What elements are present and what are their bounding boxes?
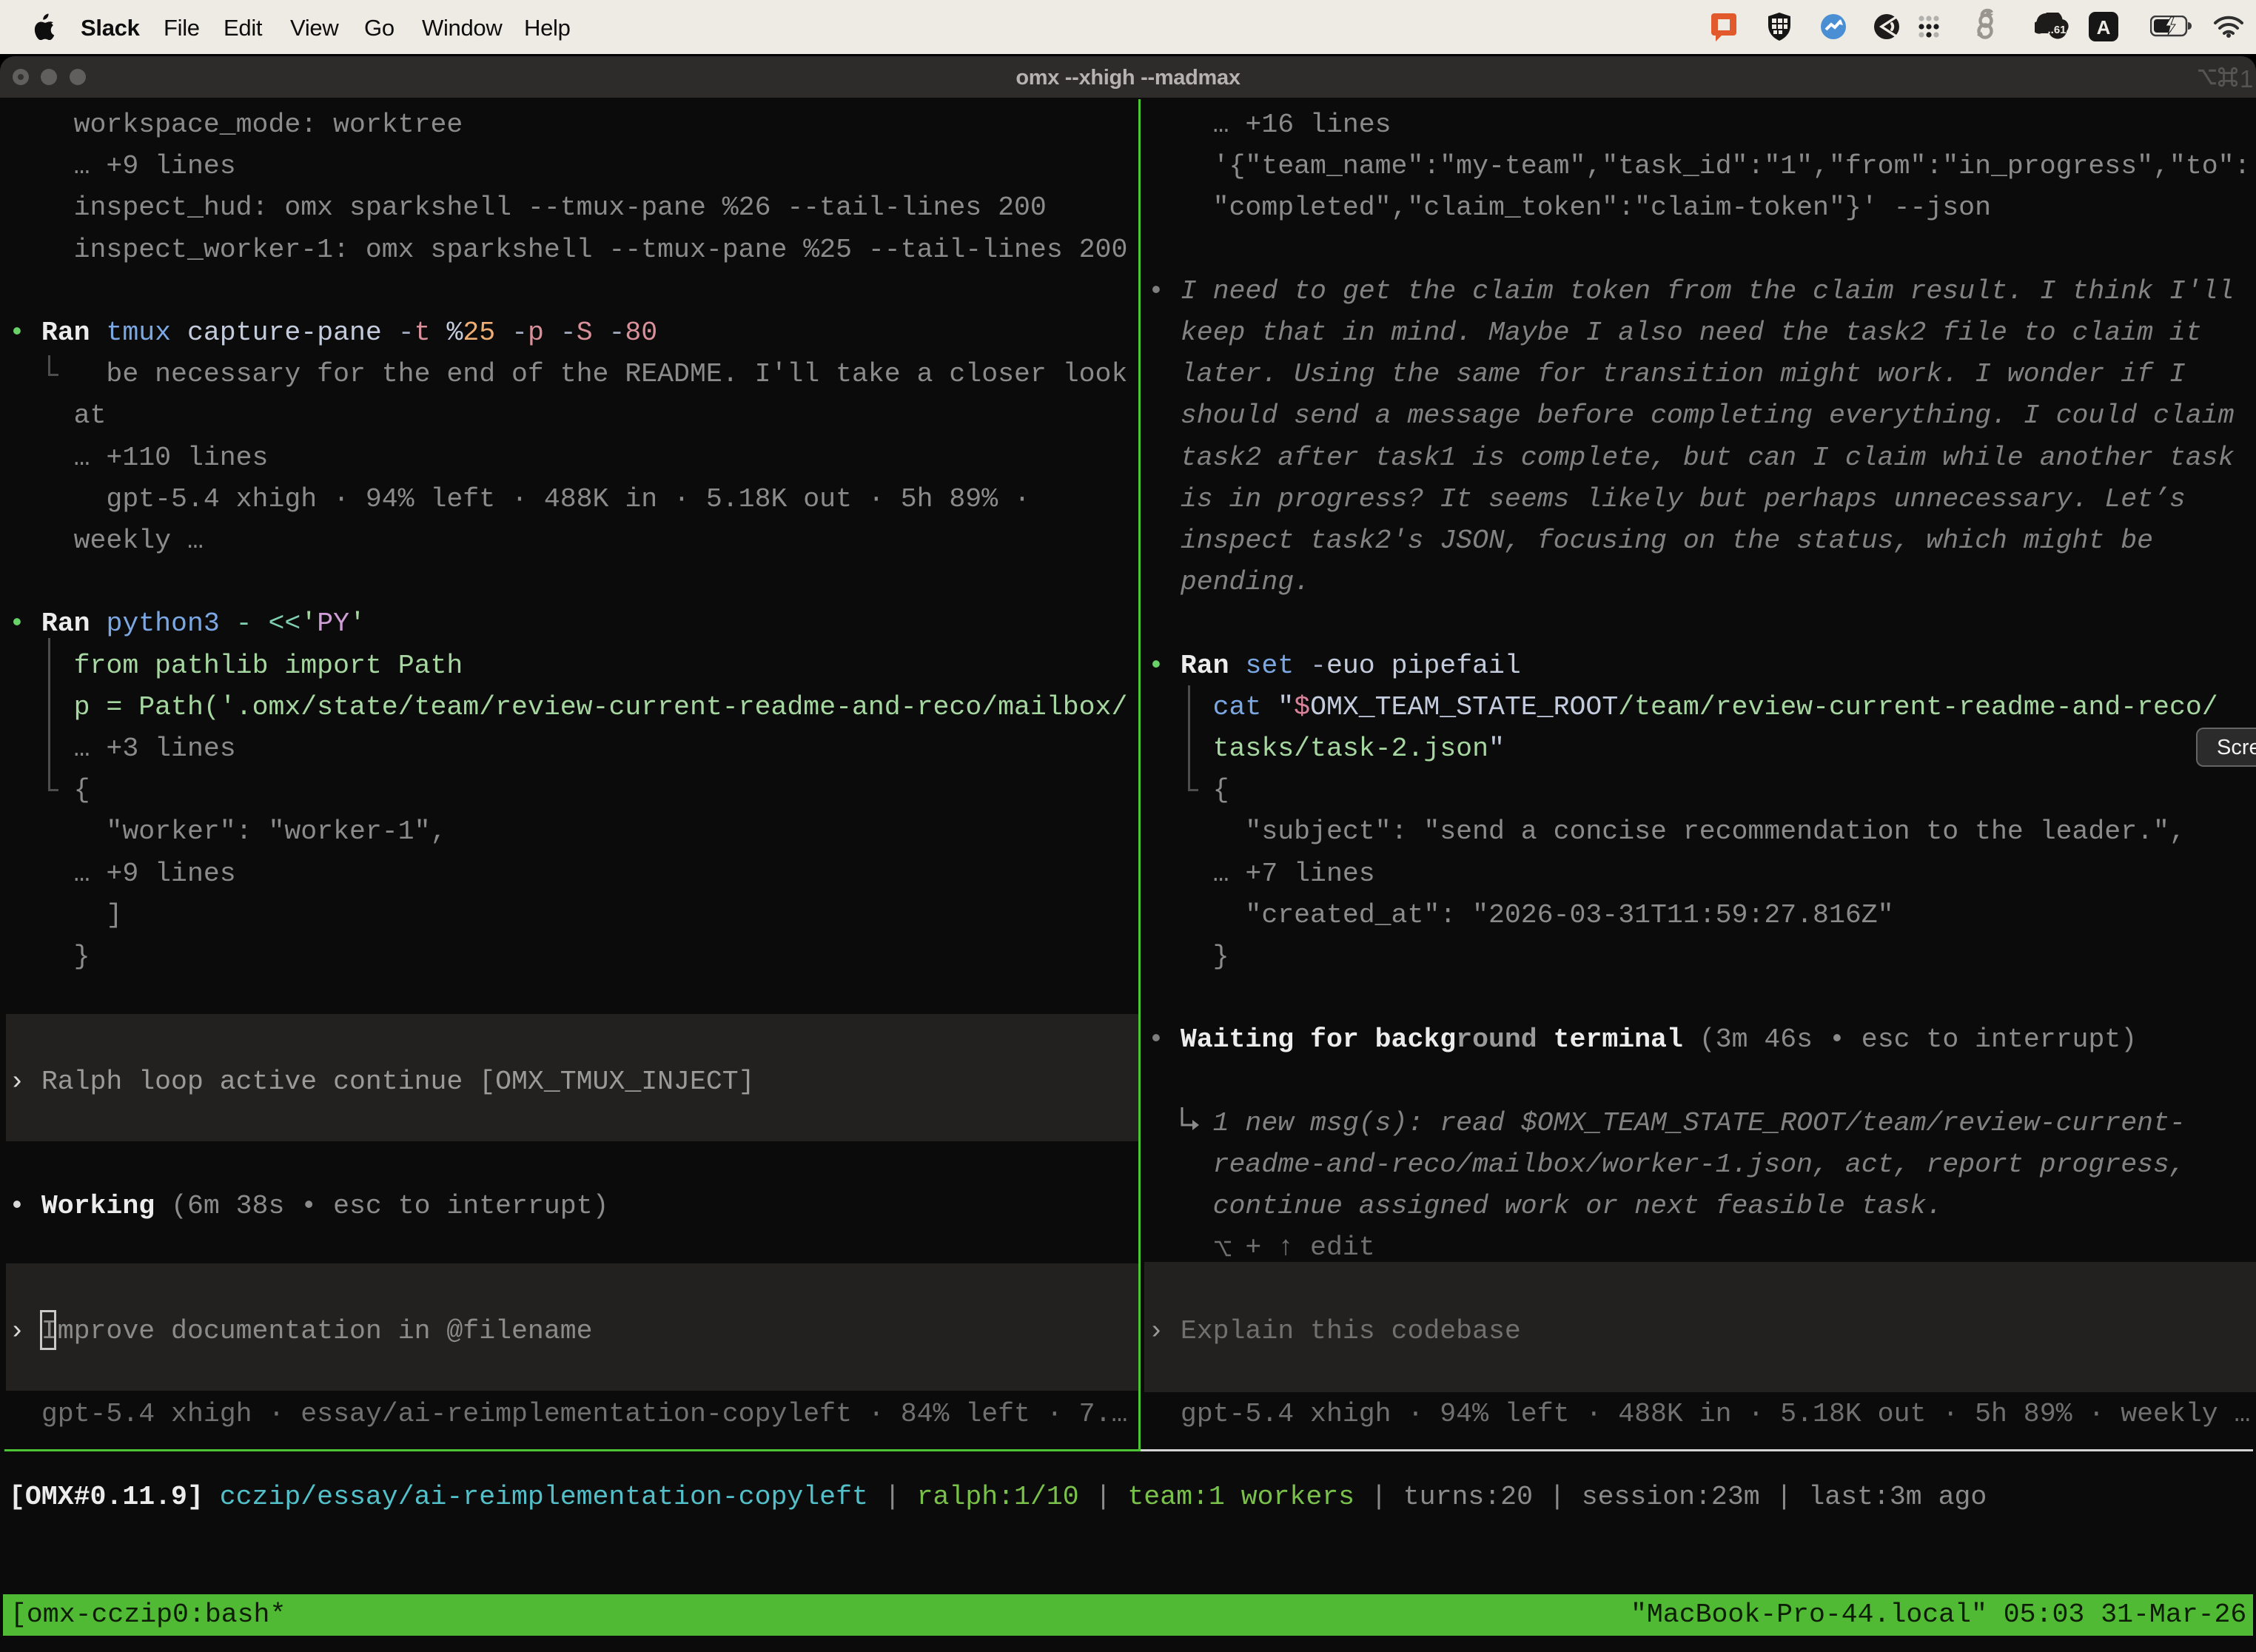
svg-text:A: A [2097,16,2111,38]
svg-text:..61: ..61 [2047,24,2066,36]
